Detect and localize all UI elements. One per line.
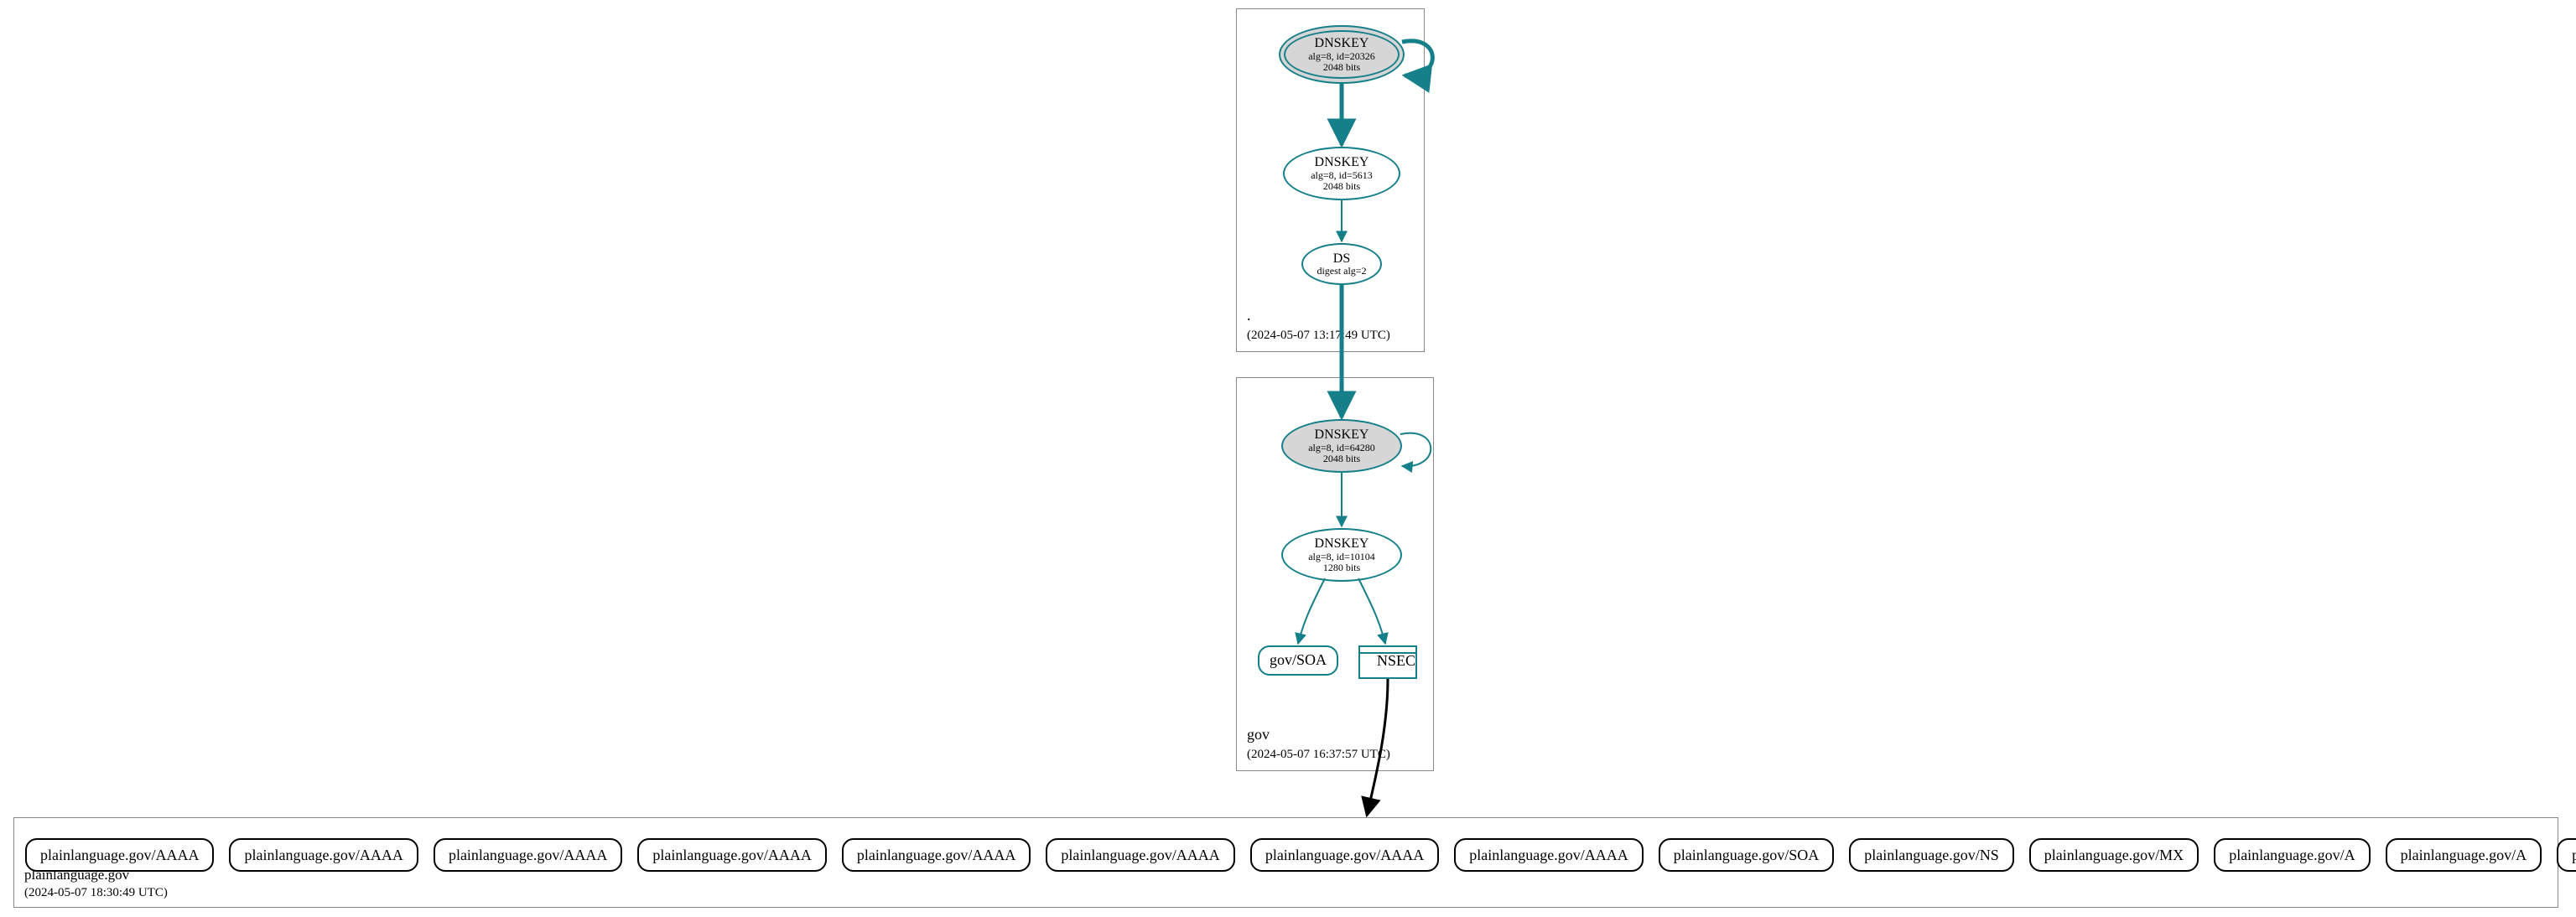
leaf-record: plainlanguage.gov/NS [1849, 838, 2013, 872]
gov-zsk-alg: alg=8, id=10104 [1308, 552, 1375, 562]
gov-ksk-alg: alg=8, id=64280 [1308, 443, 1375, 453]
root-ksk-node: DNSKEY alg=8, id=20326 2048 bits [1279, 25, 1405, 84]
gov-ksk-bits: 2048 bits [1323, 453, 1360, 464]
leaf-records-row: plainlanguage.gov/AAAA plainlanguage.gov… [25, 838, 2576, 872]
leaf-record: plainlanguage.gov/AAAA [434, 838, 622, 872]
leaf-record: plainlanguage.gov/AAAA [842, 838, 1031, 872]
gov-zsk-node: DNSKEY alg=8, id=10104 1280 bits [1281, 528, 1402, 582]
root-ds-title: DS [1333, 251, 1350, 267]
leaf-record: plainlanguage.gov/AAAA [1454, 838, 1643, 872]
zone-root-timestamp: (2024-05-07 13:17:49 UTC) [1247, 329, 1390, 343]
gov-nsec-node: NSEC [1358, 645, 1417, 679]
root-ksk-alg: alg=8, id=20326 [1308, 51, 1375, 62]
leaf-record: plainlanguage.gov/A [2386, 838, 2542, 872]
root-zsk-alg: alg=8, id=5613 [1311, 170, 1373, 181]
root-zsk-bits: 2048 bits [1323, 181, 1360, 192]
leaf-record: plainlanguage.gov/SOA [1659, 838, 1834, 872]
gov-ksk-title: DNSKEY [1315, 427, 1369, 443]
root-ds-node: DS digest alg=2 [1301, 243, 1382, 285]
zone-gov-timestamp: (2024-05-07 16:37:57 UTC) [1247, 748, 1390, 762]
leaf-record: plainlanguage.gov/TXT [2557, 838, 2576, 872]
root-ds-alg: digest alg=2 [1317, 266, 1366, 277]
zone-gov-label: gov [1247, 726, 1270, 743]
leaf-record: plainlanguage.gov/AAAA [25, 838, 214, 872]
root-ksk-title: DNSKEY [1315, 36, 1369, 51]
gov-soa-node: gov/SOA [1258, 645, 1338, 676]
leaf-record: plainlanguage.gov/AAAA [1250, 838, 1439, 872]
zone-leaf-timestamp: (2024-05-07 18:30:49 UTC) [24, 886, 168, 900]
gov-zsk-bits: 1280 bits [1323, 562, 1360, 573]
leaf-record: plainlanguage.gov/AAAA [229, 838, 418, 872]
gov-zsk-title: DNSKEY [1315, 536, 1369, 552]
leaf-record: plainlanguage.gov/MX [2029, 838, 2199, 872]
gov-soa-label: gov/SOA [1270, 652, 1327, 669]
root-ksk-bits: 2048 bits [1323, 62, 1360, 73]
leaf-record: plainlanguage.gov/AAAA [1046, 838, 1234, 872]
gov-nsec-label: NSEC [1377, 653, 1415, 670]
gov-ksk-node: DNSKEY alg=8, id=64280 2048 bits [1281, 419, 1402, 473]
leaf-record: plainlanguage.gov/AAAA [637, 838, 826, 872]
leaf-record: plainlanguage.gov/A [2214, 838, 2370, 872]
root-zsk-node: DNSKEY alg=8, id=5613 2048 bits [1283, 147, 1400, 200]
zone-root-label: . [1247, 307, 1251, 324]
root-zsk-title: DNSKEY [1315, 155, 1369, 170]
